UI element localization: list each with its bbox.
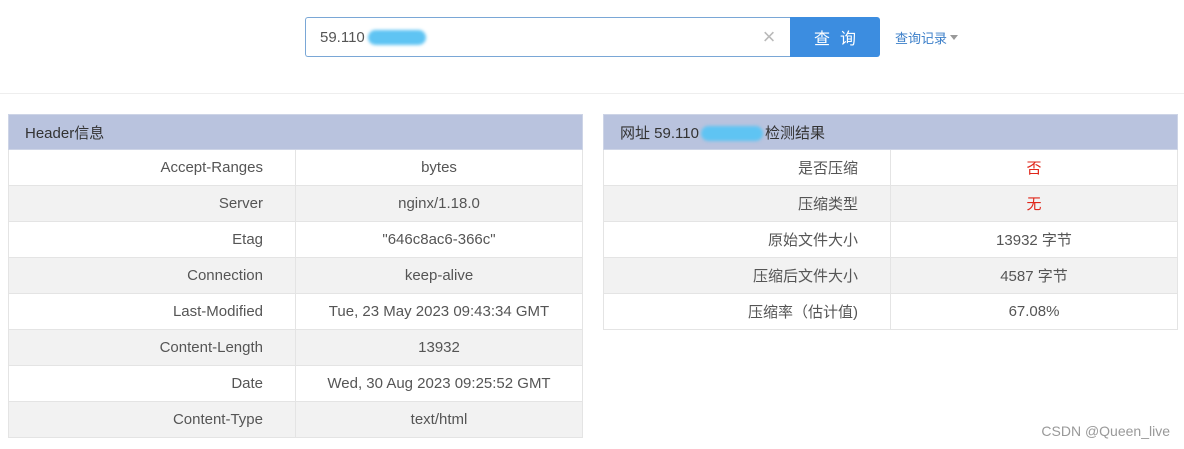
header-value: keep-alive bbox=[295, 257, 583, 294]
header-value: text/html bbox=[295, 401, 583, 438]
redaction-mask bbox=[700, 126, 763, 142]
table-row: 原始文件大小 13932 字节 bbox=[603, 221, 1178, 258]
table-row: 是否压缩 否 bbox=[603, 149, 1178, 186]
search-bar: × 查询 查询记录 bbox=[305, 17, 959, 57]
header-info-title: Header信息 bbox=[8, 114, 583, 150]
header-key: Etag bbox=[8, 221, 296, 258]
result-key: 压缩率（估计值) bbox=[603, 293, 891, 330]
table-row: Date Wed, 30 Aug 2023 09:25:52 GMT bbox=[8, 365, 583, 402]
result-title-prefix: 网址 59.110 bbox=[620, 124, 699, 142]
table-row: Connection keep-alive bbox=[8, 257, 583, 294]
result-title: 网址 59.110 检测结果 bbox=[603, 114, 1178, 150]
header-key: Connection bbox=[8, 257, 296, 294]
header-key: Server bbox=[8, 185, 296, 222]
table-row: Content-Type text/html bbox=[8, 401, 583, 438]
search-button[interactable]: 查询 bbox=[790, 17, 880, 57]
result-key: 原始文件大小 bbox=[603, 221, 891, 258]
table-row: 压缩率（估计值) 67.08% bbox=[603, 293, 1178, 330]
result-value: 无 bbox=[890, 185, 1178, 222]
query-history-dropdown[interactable]: 查询记录 bbox=[895, 28, 959, 47]
result-value: 4587 字节 bbox=[890, 257, 1178, 294]
result-key: 压缩类型 bbox=[603, 185, 891, 222]
header-value: Wed, 30 Aug 2023 09:25:52 GMT bbox=[295, 365, 583, 402]
table-row: Etag "646c8ac6-366c" bbox=[8, 221, 583, 258]
header-value: "646c8ac6-366c" bbox=[295, 221, 583, 258]
header-value: Tue, 23 May 2023 09:43:34 GMT bbox=[295, 293, 583, 330]
header-key: Content-Length bbox=[8, 329, 296, 366]
table-row: 压缩后文件大小 4587 字节 bbox=[603, 257, 1178, 294]
divider bbox=[0, 93, 1184, 94]
result-key: 是否压缩 bbox=[603, 149, 891, 186]
table-row: Server nginx/1.18.0 bbox=[8, 185, 583, 222]
table-row: Last-Modified Tue, 23 May 2023 09:43:34 … bbox=[8, 293, 583, 330]
header-key: Date bbox=[8, 365, 296, 402]
header-value: 13932 bbox=[295, 329, 583, 366]
result-key: 压缩后文件大小 bbox=[603, 257, 891, 294]
header-value: nginx/1.18.0 bbox=[295, 185, 583, 222]
result-value: 否 bbox=[890, 149, 1178, 186]
result-value: 13932 字节 bbox=[890, 221, 1178, 258]
result-table: 网址 59.110 检测结果 是否压缩 否 压缩类型 无 原始文件大小 13932… bbox=[603, 114, 1178, 330]
header-key: Last-Modified bbox=[8, 293, 296, 330]
search-box: × bbox=[305, 17, 790, 57]
header-key: Accept-Ranges bbox=[8, 149, 296, 186]
watermark: CSDN @Queen_live bbox=[1041, 423, 1170, 439]
header-info-table: Header信息 Accept-Ranges bytes Server ngin… bbox=[8, 114, 583, 438]
result-value: 67.08% bbox=[890, 293, 1178, 330]
caret-down-icon bbox=[950, 34, 959, 40]
redaction-mask bbox=[368, 30, 426, 45]
result-title-suffix: 检测结果 bbox=[764, 124, 825, 142]
table-row: Accept-Ranges bytes bbox=[8, 149, 583, 186]
query-history-label: 查询记录 bbox=[895, 30, 948, 46]
clear-icon[interactable]: × bbox=[758, 26, 780, 48]
header-key: Content-Type bbox=[8, 401, 296, 438]
table-row: Content-Length 13932 bbox=[8, 329, 583, 366]
header-value: bytes bbox=[295, 149, 583, 186]
table-row: 压缩类型 无 bbox=[603, 185, 1178, 222]
